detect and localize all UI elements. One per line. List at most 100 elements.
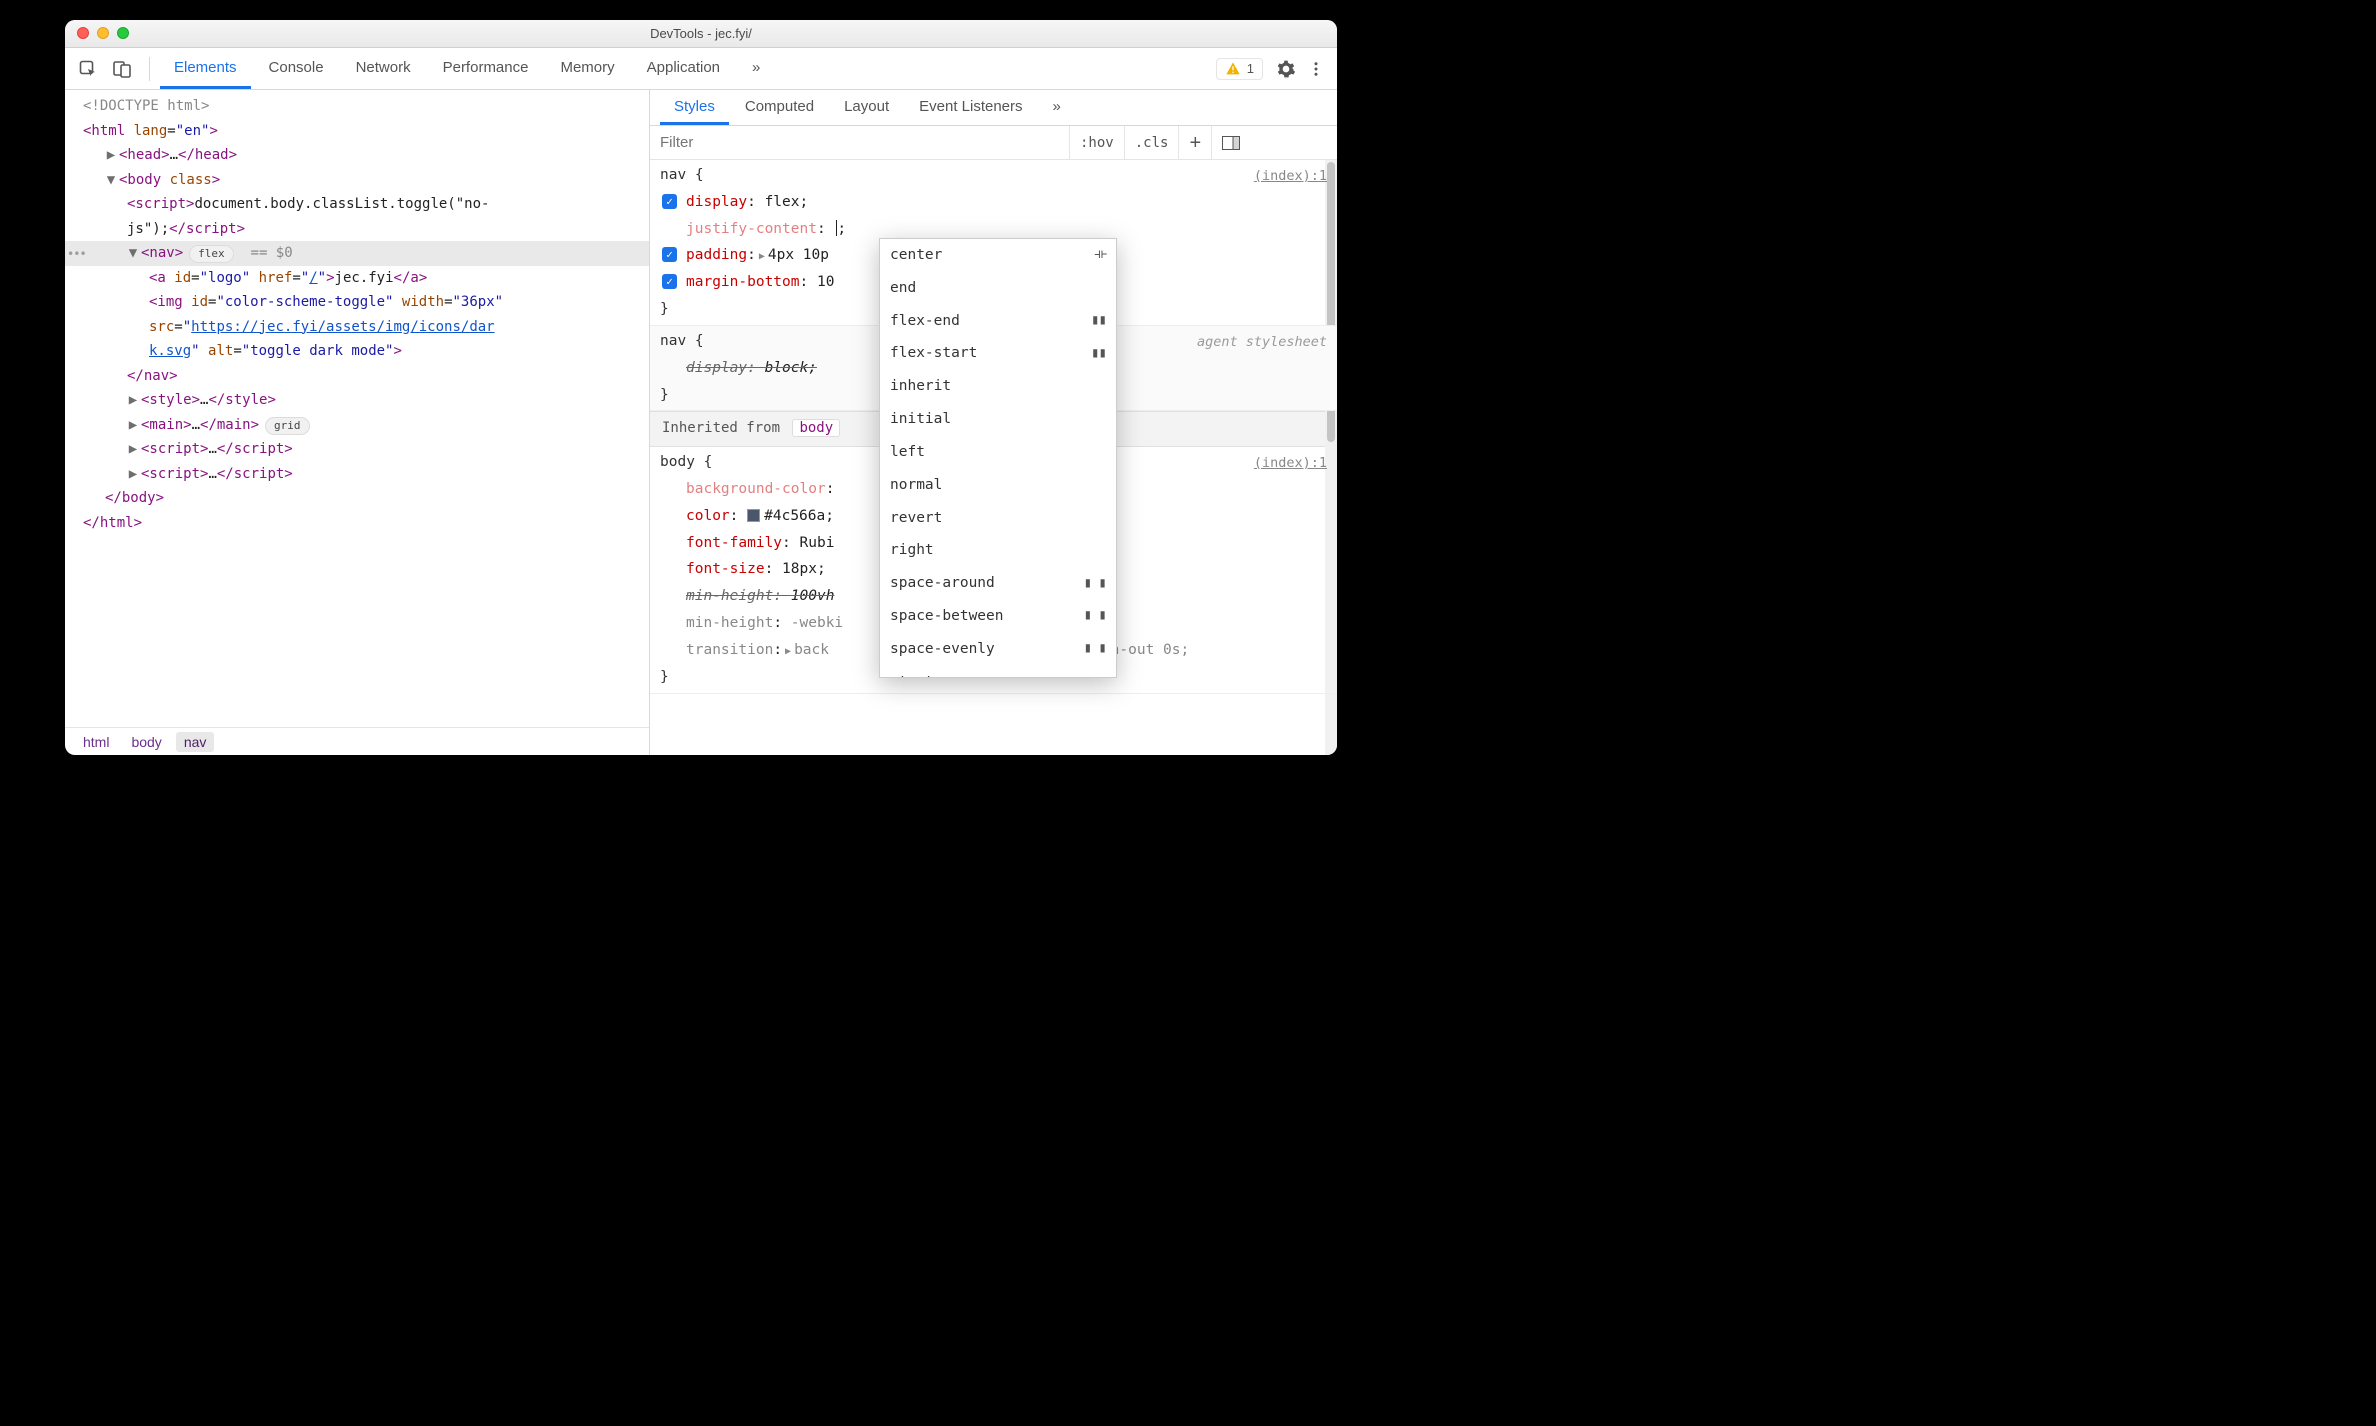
dom-script-line2[interactable]: js");</script> [65, 217, 649, 242]
inherited-from-tag[interactable]: body [792, 419, 840, 437]
settings-button[interactable] [1271, 54, 1301, 84]
autocomplete-option-icon: ▮ ▮ [1084, 636, 1106, 662]
device-toolbar-icon[interactable] [105, 55, 139, 83]
autocomplete-option-label: revert [890, 505, 942, 532]
cls-toggle[interactable]: .cls [1125, 126, 1180, 159]
shorthand-expand-icon[interactable]: ▶ [759, 251, 765, 262]
more-menu-button[interactable] [1301, 54, 1331, 84]
decl-display[interactable]: display: flex; [660, 189, 1323, 216]
autocomplete-option[interactable]: space-evenly▮ ▮ [880, 633, 1116, 666]
dom-html-open[interactable]: <html lang="en"> [65, 119, 649, 144]
subtab-layout[interactable]: Layout [830, 90, 903, 125]
disclosure-triangle-icon[interactable]: ▶ [127, 388, 139, 413]
autocomplete-popup[interactable]: center⟛ end flex-end▮▮flex-start▮▮inherit i… [879, 238, 1117, 678]
window-title: DevTools - jec.fyi/ [650, 26, 752, 41]
dom-tree[interactable]: <!DOCTYPE html> <html lang="en"> ▶<head>… [65, 90, 649, 727]
disclosure-triangle-icon[interactable]: ▼ [127, 241, 139, 266]
dom-nav-open[interactable]: ▼<nav>flex == $0 [65, 241, 649, 266]
autocomplete-option[interactable]: normal [880, 469, 1116, 502]
autocomplete-option-label: initial [890, 406, 951, 433]
dom-main[interactable]: ▶<main>…</main>grid [65, 413, 649, 438]
inspect-element-icon[interactable] [71, 55, 105, 83]
dom-script-3[interactable]: ▶<script>…</script> [65, 462, 649, 487]
elements-panel: <!DOCTYPE html> <html lang="en"> ▶<head>… [65, 90, 650, 755]
autocomplete-option-label: flex-end [890, 308, 960, 335]
autocomplete-option[interactable]: initial [880, 403, 1116, 436]
subtab-styles[interactable]: Styles [660, 90, 729, 125]
autocomplete-option[interactable]: flex-end▮▮ [880, 305, 1116, 338]
disclosure-triangle-icon[interactable]: ▶ [127, 437, 139, 462]
toggle-computed-sidebar-icon[interactable] [1212, 126, 1250, 159]
minimize-window-button[interactable] [97, 27, 109, 39]
color-swatch-icon[interactable] [747, 509, 760, 522]
crumb-nav[interactable]: nav [176, 732, 215, 752]
tab-performance[interactable]: Performance [429, 48, 543, 89]
autocomplete-option[interactable]: revert [880, 502, 1116, 535]
dom-style[interactable]: ▶<style>…</style> [65, 388, 649, 413]
dom-img-line2[interactable]: src="https://jec.fyi/assets/img/icons/da… [65, 315, 649, 340]
tab-network[interactable]: Network [342, 48, 425, 89]
styles-panel: Styles Computed Layout Event Listeners »… [650, 90, 1337, 755]
dom-img-line3[interactable]: k.svg" alt="toggle dark mode"> [65, 339, 649, 364]
autocomplete-option-icon: ⟛ [1094, 242, 1106, 268]
disclosure-triangle-icon[interactable]: ▼ [105, 168, 117, 193]
autocomplete-option[interactable]: space-between▮ ▮ [880, 600, 1116, 633]
dom-doctype[interactable]: <!DOCTYPE html> [65, 94, 649, 119]
source-link[interactable]: (index):1 [1254, 451, 1327, 476]
source-link[interactable]: (index):1 [1254, 164, 1327, 189]
styles-subtabs: Styles Computed Layout Event Listeners » [650, 90, 1337, 126]
dom-anchor[interactable]: <a id="logo" href="/">jec.fyi</a> [65, 266, 649, 291]
autocomplete-option[interactable]: space-around▮ ▮ [880, 567, 1116, 600]
property-toggle[interactable] [662, 274, 677, 289]
autocomplete-option[interactable]: center⟛ [880, 239, 1116, 272]
autocomplete-option[interactable]: start [880, 666, 1116, 678]
dom-script-2[interactable]: ▶<script>…</script> [65, 437, 649, 462]
dom-script-line1[interactable]: <script>document.body.classList.toggle("… [65, 192, 649, 217]
crumb-html[interactable]: html [75, 732, 117, 752]
tab-console[interactable]: Console [255, 48, 338, 89]
styles-filter-input[interactable] [650, 126, 1070, 159]
disclosure-triangle-icon[interactable]: ▶ [105, 143, 117, 168]
titlebar: DevTools - jec.fyi/ [65, 20, 1337, 48]
subtab-computed[interactable]: Computed [731, 90, 828, 125]
autocomplete-option[interactable]: inherit [880, 370, 1116, 403]
dom-head[interactable]: ▶<head>…</head> [65, 143, 649, 168]
autocomplete-option[interactable]: end [880, 272, 1116, 305]
tab-application[interactable]: Application [633, 48, 734, 89]
tab-more[interactable]: » [738, 48, 774, 89]
tab-elements[interactable]: Elements [160, 48, 251, 89]
crumb-body[interactable]: body [123, 732, 169, 752]
subtab-more[interactable]: » [1039, 90, 1075, 125]
tab-memory[interactable]: Memory [546, 48, 628, 89]
zoom-window-button[interactable] [117, 27, 129, 39]
dom-body-open[interactable]: ▼<body class> [65, 168, 649, 193]
new-rule-button[interactable]: + [1179, 126, 1212, 159]
property-toggle[interactable] [662, 194, 677, 209]
autocomplete-option-label: space-between [890, 603, 1004, 630]
autocomplete-option[interactable]: right [880, 534, 1116, 567]
dom-img-line1[interactable]: <img id="color-scheme-toggle" width="36p… [65, 290, 649, 315]
disclosure-triangle-icon[interactable]: ▶ [127, 413, 139, 438]
selector[interactable]: nav { [660, 162, 1323, 189]
layout-badge-grid[interactable]: grid [265, 417, 310, 435]
disclosure-triangle-icon[interactable]: ▶ [127, 462, 139, 487]
autocomplete-option[interactable]: flex-start▮▮ [880, 337, 1116, 370]
panel-tabs: Elements Console Network Performance Mem… [160, 48, 774, 89]
dom-html-close[interactable]: </html> [65, 511, 649, 536]
styles-rules[interactable]: (index):1 nav { display: flex; justify-c… [650, 160, 1337, 755]
subtab-event-listeners[interactable]: Event Listeners [905, 90, 1036, 125]
styles-filter-bar: :hov .cls + [650, 126, 1337, 160]
property-toggle[interactable] [662, 247, 677, 262]
autocomplete-option[interactable]: left [880, 436, 1116, 469]
close-window-button[interactable] [77, 27, 89, 39]
autocomplete-option-label: end [890, 275, 916, 302]
autocomplete-option-label: right [890, 537, 934, 564]
ua-stylesheet-label: agent stylesheet [1197, 330, 1327, 355]
dom-body-close[interactable]: </body> [65, 486, 649, 511]
issues-badge[interactable]: 1 [1216, 58, 1263, 80]
layout-badge-flex[interactable]: flex [189, 245, 234, 263]
shorthand-expand-icon[interactable]: ▶ [785, 646, 791, 657]
dom-nav-close[interactable]: </nav> [65, 364, 649, 389]
autocomplete-option-label: left [890, 439, 925, 466]
hov-toggle[interactable]: :hov [1070, 126, 1125, 159]
